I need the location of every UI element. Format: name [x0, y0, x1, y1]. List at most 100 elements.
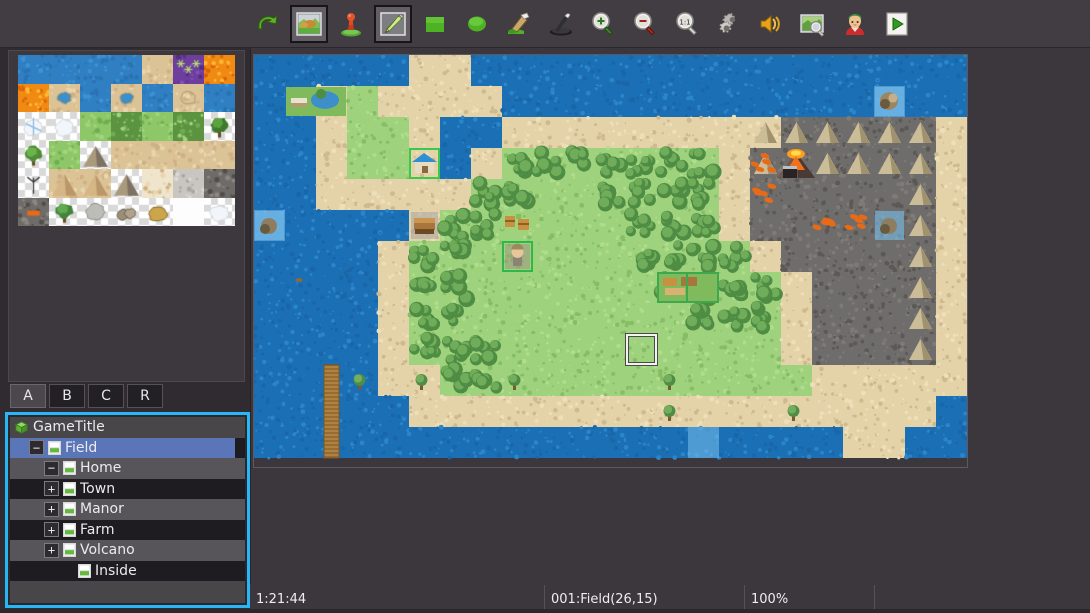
map-tree-item-inside[interactable]: Inside	[10, 561, 245, 582]
tileset-tile-water-swan[interactable]	[111, 55, 142, 84]
map-tree-item-volcano[interactable]: + Volcano	[10, 540, 245, 561]
tileset-tile-stone-circle[interactable]	[173, 169, 204, 198]
fill-tool-icon[interactable]	[500, 5, 538, 43]
tileset-tile-snow-drift[interactable]	[204, 198, 235, 227]
tileset-tile-rubble[interactable]	[111, 198, 142, 227]
tileset-tile-cobblestone[interactable]	[204, 169, 235, 198]
event-mode-icon[interactable]	[332, 5, 370, 43]
tileset-tile-tree-bush[interactable]	[204, 112, 235, 141]
tileset-tile-grass-mid[interactable]	[142, 112, 173, 141]
map-tree-item-field[interactable]: − Field	[10, 438, 245, 459]
tileset-tile-whirlpool[interactable]	[142, 84, 173, 113]
tileset-tile-poison-swamp[interactable]	[173, 55, 204, 84]
tileset-tile-mountain-rock[interactable]	[80, 141, 111, 170]
tileset-tile-ice-crack[interactable]	[18, 112, 49, 141]
tileset-tile-sand-deco[interactable]	[142, 55, 173, 84]
rectangle-tool-icon[interactable]	[416, 5, 454, 43]
main-toolbar: 1:1	[0, 0, 1090, 48]
tileset-tile-forest-dense[interactable]	[173, 112, 204, 141]
undo-icon[interactable]	[248, 5, 286, 43]
map-tree-item-label: Farm	[80, 522, 115, 538]
tileset-tile-lava-spot[interactable]	[204, 55, 235, 84]
map-icon	[48, 441, 61, 455]
pencil-tool-icon[interactable]	[374, 5, 412, 43]
toolbar-left-spacer	[0, 23, 246, 24]
tileset-tile-waterfall[interactable]	[204, 84, 235, 113]
tileset-tile-dirt-path[interactable]	[142, 141, 173, 170]
database-gear-icon[interactable]	[710, 5, 748, 43]
ellipse-tool-icon[interactable]	[458, 5, 496, 43]
tileset-palette-panel[interactable]	[8, 50, 245, 382]
character-generator-icon[interactable]	[836, 5, 874, 43]
map-tree-item-home[interactable]: − Home	[10, 458, 245, 479]
zoom-actual-icon[interactable]: 1:1	[668, 5, 706, 43]
tileset-tile-pale-sand[interactable]	[142, 169, 173, 198]
map-tree-item-label: Field	[65, 440, 97, 456]
tileset-tile-grass-light[interactable]	[80, 112, 111, 141]
map-tree-item-label: Town	[80, 481, 115, 497]
map-preview-icon[interactable]	[794, 5, 832, 43]
svg-text:1:1: 1:1	[679, 18, 690, 26]
tileset-tile-sand-hole[interactable]	[49, 84, 80, 113]
tileset-tab-a[interactable]: A	[10, 384, 46, 408]
zoom-out-icon[interactable]	[626, 5, 664, 43]
tileset-tile-sand-dune[interactable]	[49, 169, 80, 198]
tileset-tile-stone-tile[interactable]	[80, 198, 111, 227]
tileset-tile-sand-plain[interactable]	[173, 141, 204, 170]
tileset-tile-gold-rock[interactable]	[142, 198, 173, 227]
map-tree-list[interactable]: GameTitle − Field − Home + Town + Manor + Farm + Vol…	[10, 417, 245, 603]
tileset-grid[interactable]	[18, 55, 235, 226]
zoom-in-icon[interactable]	[584, 5, 622, 43]
tileset-tile-lava[interactable]	[18, 84, 49, 113]
map-canvas-wrapper[interactable]	[253, 54, 968, 468]
sound-test-icon[interactable]	[752, 5, 790, 43]
tree-row-trailing-gap	[235, 438, 245, 459]
tileset-tab-c[interactable]: C	[88, 384, 124, 408]
tileset-tile-water-rocks[interactable]	[80, 84, 111, 113]
tileset-tile-grass-dark[interactable]	[111, 112, 142, 141]
collapse-icon[interactable]: −	[44, 461, 59, 476]
tileset-tile-sand-well[interactable]	[111, 84, 142, 113]
tileset-tile-sand-edge[interactable]	[204, 141, 235, 170]
tileset-tile-snow-plain[interactable]	[173, 198, 204, 227]
tileset-tile-pine-tree[interactable]	[49, 198, 80, 227]
tileset-tile-dead-tree[interactable]	[18, 169, 49, 198]
expand-icon[interactable]: +	[44, 481, 59, 496]
editor-window: 1:1 A B C R GameTitle − Field − Home + T…	[0, 0, 1090, 613]
expand-icon[interactable]: +	[44, 543, 59, 558]
tileset-tab-r[interactable]: R	[127, 384, 163, 408]
tileset-tile-deep-water[interactable]	[49, 55, 80, 84]
map-tree-item-manor[interactable]: + Manor	[10, 499, 245, 520]
map-mode-icon[interactable]	[290, 5, 328, 43]
map-tree-panel[interactable]: GameTitle − Field − Home + Town + Manor + Farm + Vol…	[5, 412, 250, 608]
tileset-tile-tree-small[interactable]	[18, 141, 49, 170]
map-icon	[63, 482, 76, 496]
tileset-tile-magma-rock[interactable]	[18, 198, 49, 227]
project-cube-icon	[14, 420, 29, 435]
shadow-pen-icon[interactable]	[542, 5, 580, 43]
tileset-tab-b[interactable]: B	[49, 384, 85, 408]
tileset-tile-grass-hill[interactable]	[49, 141, 80, 170]
map-tree-item-label: Inside	[95, 563, 137, 579]
collapse-icon[interactable]: −	[29, 440, 44, 455]
tileset-tile-sand-rough[interactable]	[111, 141, 142, 170]
map-tree-item-label: GameTitle	[33, 419, 105, 435]
map-icon	[78, 564, 91, 578]
map-icon	[63, 523, 76, 537]
map-editor-area[interactable]	[250, 48, 1090, 585]
tileset-tile-water-deco-sand[interactable]	[18, 55, 49, 84]
playtest-icon[interactable]	[878, 5, 916, 43]
map-tree-item-farm[interactable]: + Farm	[10, 520, 245, 541]
tileset-tile-sand-hill[interactable]	[80, 169, 111, 198]
tileset-tile-cloud[interactable]	[49, 112, 80, 141]
tileset-tile-rock-mountain[interactable]	[111, 169, 142, 198]
tileset-tile-water-rock[interactable]	[80, 55, 111, 84]
map-canvas[interactable]	[254, 55, 967, 467]
map-icon	[63, 461, 76, 475]
map-tree-item-town[interactable]: + Town	[10, 479, 245, 500]
map-tree-item-gametitle[interactable]: GameTitle	[10, 417, 245, 438]
map-tree-item-label: Volcano	[80, 542, 135, 558]
tileset-tile-sand-ring[interactable]	[173, 84, 204, 113]
expand-icon[interactable]: +	[44, 522, 59, 537]
expand-icon[interactable]: +	[44, 502, 59, 517]
